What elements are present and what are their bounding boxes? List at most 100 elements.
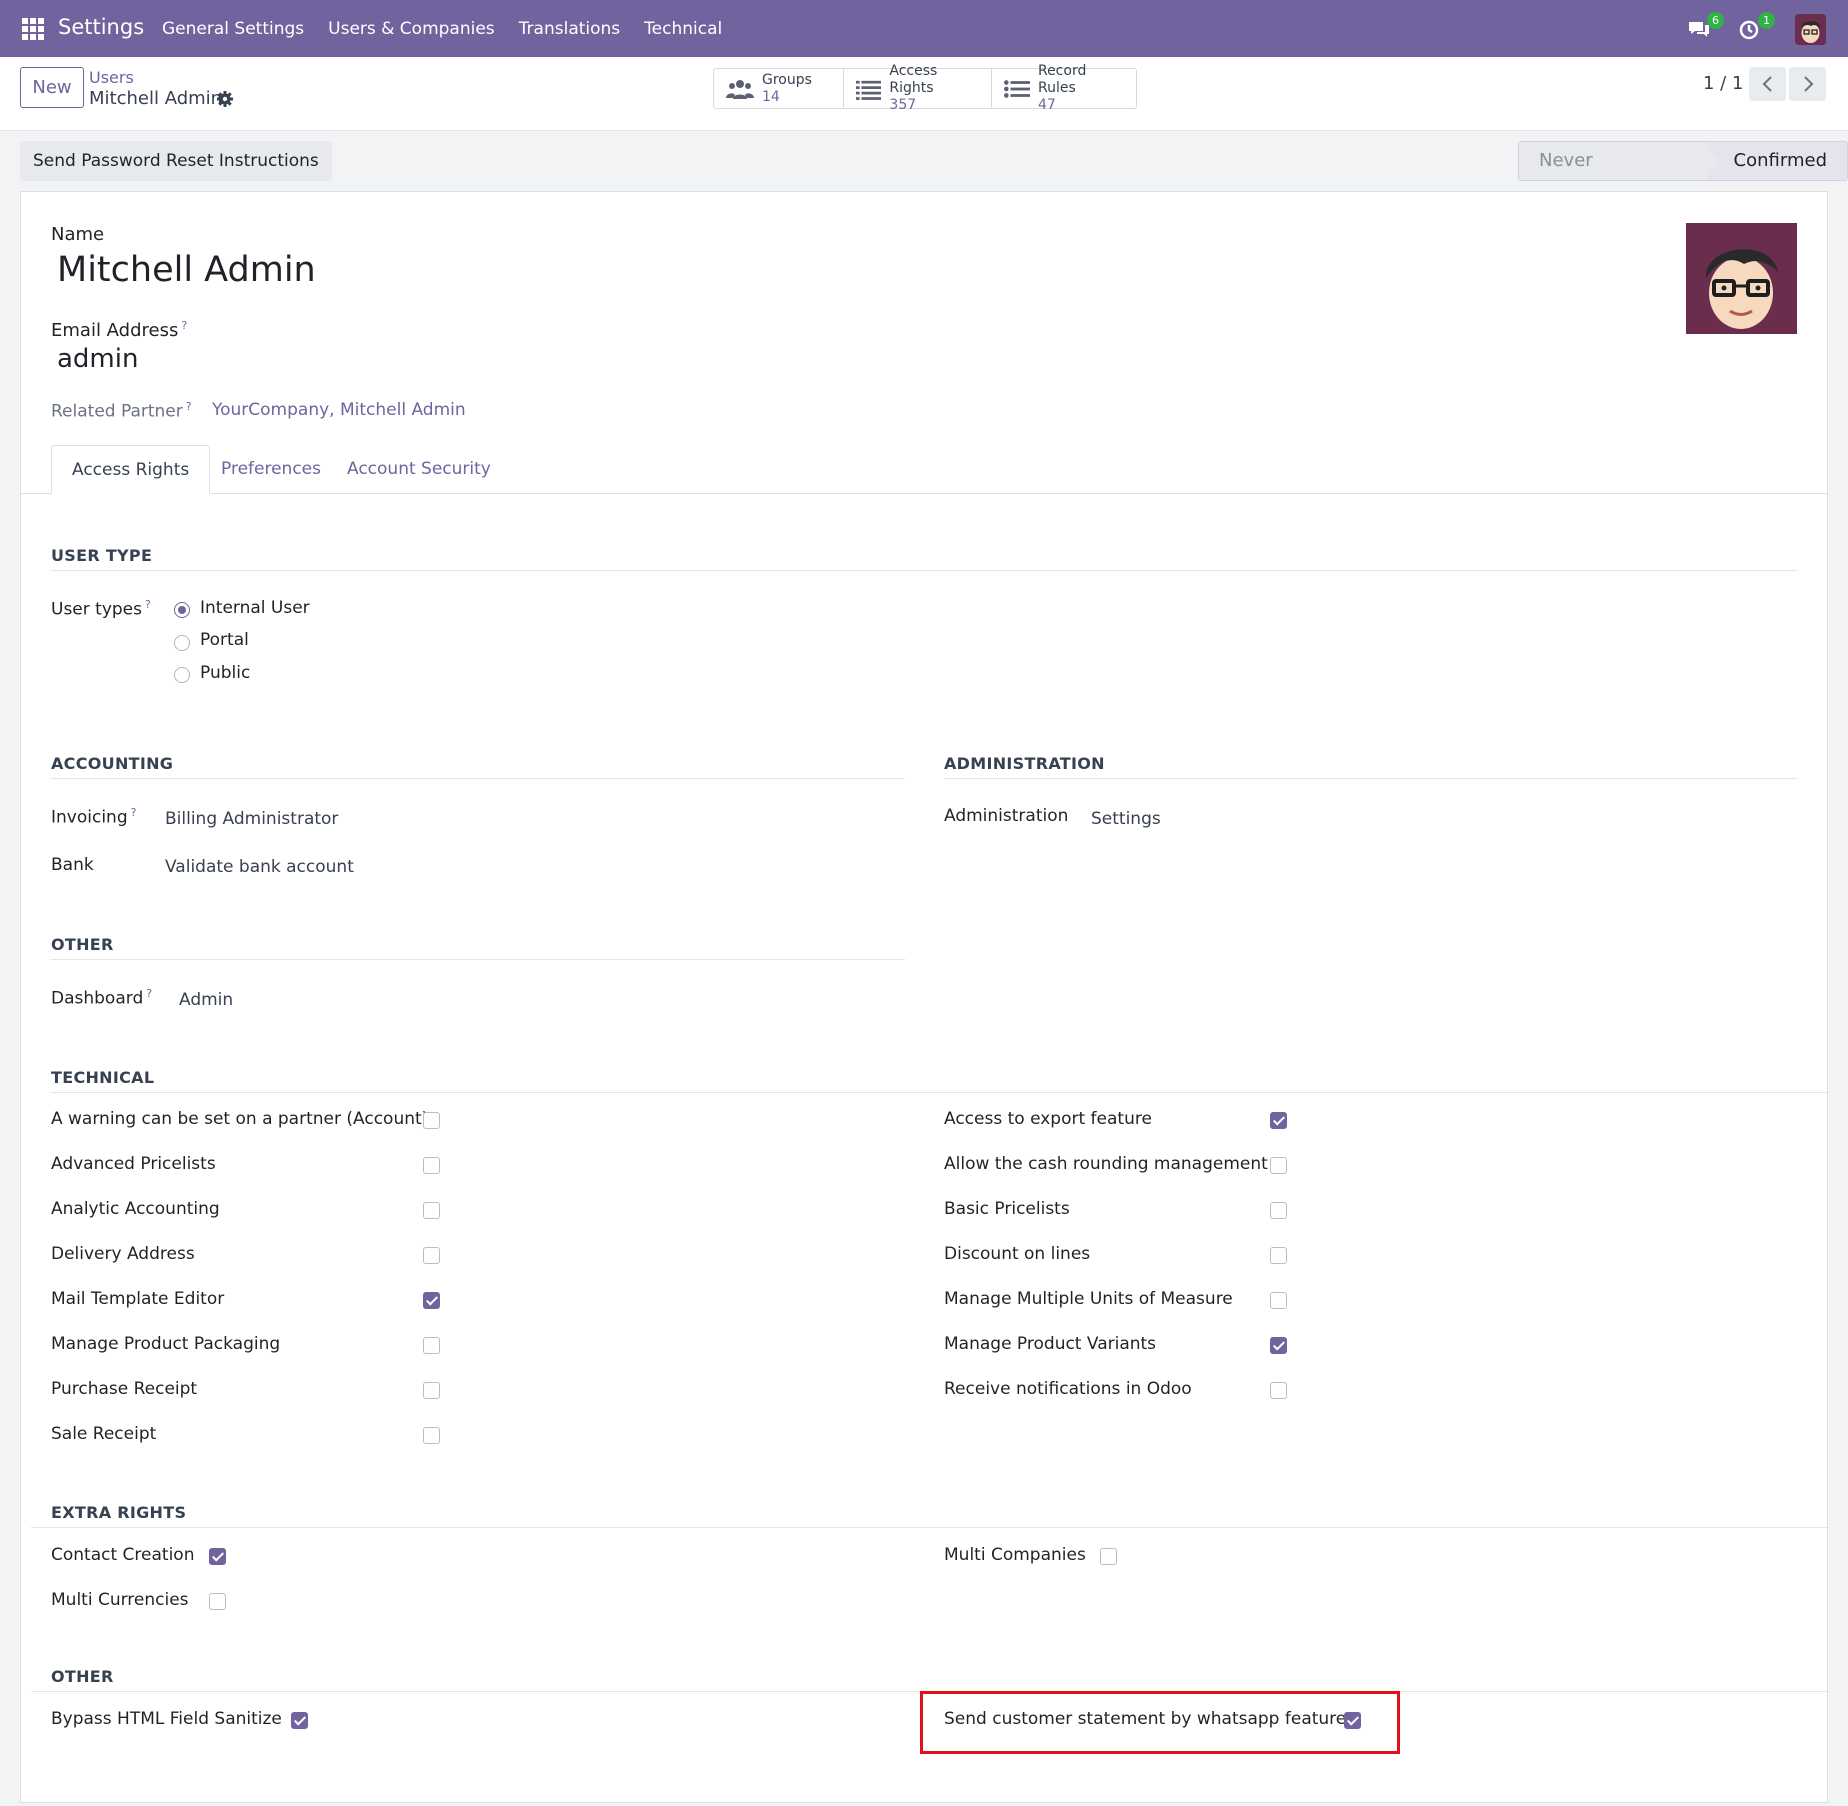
form-statusbar: Send Password Reset Instructions Never C… [0,131,1848,191]
technical-right-item-checkbox[interactable] [1270,1292,1287,1309]
radio-portal-label[interactable]: Portal [200,630,249,650]
technical-right-item-checkbox[interactable] [1270,1202,1287,1219]
tab-access-rights[interactable]: Access Rights [51,445,211,494]
section-other-extra: OTHER [31,1667,1827,1692]
send-password-reset-button[interactable]: Send Password Reset Instructions [20,141,332,181]
technical-left-item-label: Advanced Pricelists [51,1154,216,1174]
radio-internal-user-label[interactable]: Internal User [200,598,310,618]
menu-general-settings[interactable]: General Settings [162,19,304,39]
administration-select[interactable]: Settings [1091,809,1161,829]
groups-count: 14 [762,88,780,105]
form-tabs: Access Rights Preferences Account Securi… [21,445,1827,494]
section-accounting: ACCOUNTING [51,754,905,779]
radio-internal-user[interactable] [174,602,190,618]
contact-creation-label: Contact Creation [51,1545,195,1565]
radio-public[interactable] [174,667,190,683]
users-icon [726,79,754,99]
bypass-html-label: Bypass HTML Field Sanitize [51,1709,282,1729]
technical-right-item-label: Access to export feature [944,1109,1152,1129]
section-extra-rights: EXTRA RIGHTS [31,1503,1827,1528]
technical-left-item-checkbox[interactable] [423,1337,440,1354]
gear-icon[interactable] [216,90,234,108]
technical-left-item-label: Purchase Receipt [51,1379,198,1399]
user-types-label-text: User types [51,599,142,620]
multi-companies-checkbox[interactable] [1100,1548,1117,1565]
groups-label: Groups [762,71,812,88]
section-administration: ADMINISTRATION [944,754,1797,779]
email-field[interactable]: admin [57,344,138,374]
section-technical: TECHNICAL [51,1068,1827,1093]
technical-left-item-checkbox[interactable] [423,1202,440,1219]
technical-left-item-checkbox[interactable] [423,1112,440,1129]
status-confirmed[interactable]: Confirmed [1705,142,1847,180]
breadcrumb-users[interactable]: Users [89,68,134,87]
technical-right-item-checkbox[interactable] [1270,1157,1287,1174]
multi-companies-label: Multi Companies [944,1545,1086,1565]
activity-badge: 1 [1758,12,1775,29]
app-brand[interactable]: Settings [58,15,144,39]
name-label: Name [51,224,105,245]
record-rules-label: Record Rules [1037,63,1087,96]
top-navbar: Settings General Settings Users & Compan… [0,0,1848,57]
contact-creation-checkbox[interactable] [209,1548,226,1565]
dashboard-label-text: Dashboard [51,988,144,1009]
multi-currencies-checkbox[interactable] [209,1593,226,1610]
highlight-box [920,1691,1400,1754]
new-button[interactable]: New [20,67,84,108]
radio-portal[interactable] [174,635,190,651]
messages-icon[interactable]: 6 [1686,12,1724,42]
related-partner-help-icon[interactable]: ? [186,400,192,413]
pager-next-button[interactable] [1789,67,1826,101]
messages-badge: 6 [1707,12,1724,29]
status-never-connected[interactable]: Never Connected [1519,142,1718,180]
related-partner-link[interactable]: YourCompany, Mitchell Admin [212,400,466,420]
apps-grid-icon[interactable] [22,18,44,40]
record-rules-smart-button[interactable]: Record Rules 47 [992,63,1136,113]
technical-right-item-checkbox[interactable] [1270,1382,1287,1399]
breadcrumb-current: Mitchell Admin [89,88,223,109]
administration-label: Administration [944,806,1069,826]
name-field[interactable]: Mitchell Admin [57,250,316,290]
bypass-html-checkbox[interactable] [291,1712,308,1729]
menu-technical[interactable]: Technical [644,19,722,39]
pager-previous-button[interactable] [1749,67,1786,101]
user-avatar[interactable] [1795,14,1826,45]
dashboard-help-icon[interactable]: ? [146,987,152,1000]
status-pipeline: Never Connected Confirmed [1518,141,1848,181]
technical-left-item-checkbox[interactable] [423,1427,440,1444]
pager-value[interactable]: 1 / 1 [1703,73,1743,94]
technical-left-item-checkbox[interactable] [423,1247,440,1264]
groups-smart-button[interactable]: Groups 14 [714,69,844,108]
access-rights-smart-button[interactable]: Access Rights 357 [844,63,992,113]
technical-left-item-label: Analytic Accounting [51,1199,220,1219]
tab-account-security[interactable]: Account Security [327,445,511,494]
dashboard-select[interactable]: Admin [179,990,233,1010]
technical-left-item-label: Mail Template Editor [51,1289,225,1309]
invoicing-select[interactable]: Billing Administrator [165,809,338,829]
multi-currencies-label: Multi Currencies [51,1590,189,1610]
technical-right-item-checkbox[interactable] [1270,1337,1287,1354]
technical-right-item-label: Allow the cash rounding management [944,1154,1268,1174]
activity-clock-icon[interactable]: 1 [1737,12,1775,42]
list-icon [1004,79,1030,98]
section-user-type: USER TYPE [51,546,1797,571]
technical-right-item-label: Basic Pricelists [944,1199,1070,1219]
menu-translations[interactable]: Translations [519,19,621,39]
technical-right-item-checkbox[interactable] [1270,1247,1287,1264]
technical-left-item-checkbox[interactable] [423,1292,440,1309]
radio-public-label[interactable]: Public [200,663,250,683]
email-help-icon[interactable]: ? [181,319,187,332]
user-types-help-icon[interactable]: ? [145,598,151,611]
menu-users-companies[interactable]: Users & Companies [328,19,495,39]
technical-right-item-checkbox[interactable] [1270,1112,1287,1129]
invoicing-label-text: Invoicing [51,807,128,828]
profile-avatar[interactable] [1686,223,1797,334]
record-rules-count: 47 [1037,97,1056,113]
tab-preferences[interactable]: Preferences [201,445,341,494]
invoicing-help-icon[interactable]: ? [131,806,137,819]
top-menu: General Settings Users & Companies Trans… [162,19,722,39]
technical-left-item-checkbox[interactable] [423,1157,440,1174]
technical-left-item-checkbox[interactable] [423,1382,440,1399]
technical-left-item-label: Sale Receipt [51,1424,157,1444]
bank-select[interactable]: Validate bank account [165,857,354,877]
